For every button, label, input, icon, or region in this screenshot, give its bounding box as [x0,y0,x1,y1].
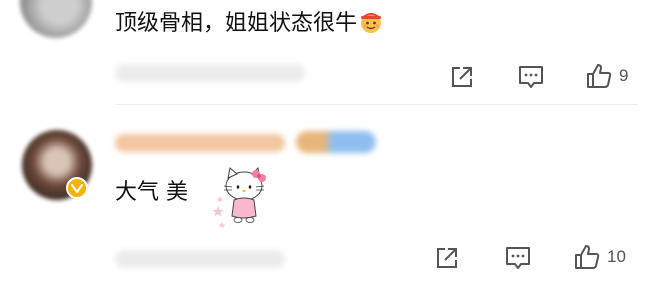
thumbs-up-icon [575,245,600,269]
like-button[interactable]: 9 [585,62,628,90]
comment-button[interactable] [504,245,532,271]
comment-text-content: 大气 美 [115,180,188,205]
like-button[interactable]: 10 [573,243,626,271]
comment-text: 大气 美 [115,178,188,208]
comment-text: 顶级骨相，姐姐状态很牛 [115,9,383,39]
comment-item: 顶级骨相，姐姐状态很牛 9 [0,0,660,104]
comment-button[interactable] [517,64,545,90]
share-icon [452,67,472,87]
comment-meta [115,64,305,82]
thumbs-up-icon [587,64,612,88]
share-icon [437,248,457,268]
verified-badge-icon [66,177,88,199]
comment-item: 大气 美 [0,104,660,288]
username[interactable] [115,134,285,152]
comment-text-content: 顶级骨相，姐姐状态很牛 [115,11,358,36]
comment-meta [115,250,285,268]
comment-icon [519,66,543,88]
hello-kitty-sticker [212,160,274,228]
like-count: 9 [619,66,629,85]
share-button[interactable] [449,64,475,90]
share-button[interactable] [434,245,460,271]
avatar[interactable] [20,0,92,38]
comment-icon [506,247,530,269]
like-count: 10 [607,247,626,266]
emoji-face-icon [359,10,383,34]
user-level-badge [296,131,376,153]
